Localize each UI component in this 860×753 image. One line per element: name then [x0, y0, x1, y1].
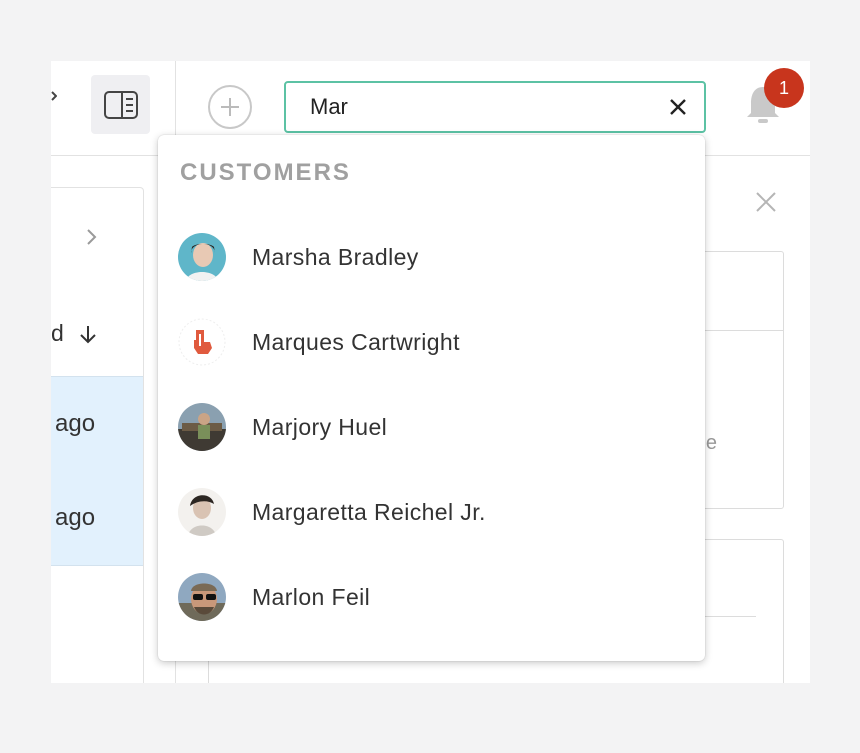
customer-name: Marsha Bradley	[252, 243, 419, 270]
sort-label[interactable]: d	[51, 320, 64, 347]
avatar	[178, 488, 226, 536]
list-item[interactable]: ago	[55, 410, 95, 438]
chevron-right-icon[interactable]	[85, 228, 99, 246]
add-button[interactable]	[208, 85, 252, 129]
list-item[interactable]: ago	[55, 504, 95, 532]
notification-count-badge: 1	[764, 68, 804, 108]
customer-name: Marques Cartwright	[252, 328, 460, 355]
conversation-list: d ago ago	[51, 187, 144, 683]
avatar	[178, 318, 226, 366]
search-input[interactable]	[310, 93, 650, 121]
close-panel-button[interactable]	[755, 191, 777, 213]
arrow-down-icon[interactable]	[79, 324, 97, 349]
customer-name: Marjory Huel	[252, 413, 388, 440]
search-results-dropdown: CUSTOMERS Marsha Bradley Marques Cartwri…	[158, 135, 705, 661]
customer-name: Margaretta Reichel Jr.	[252, 498, 486, 525]
collapse-arrow-icon[interactable]	[51, 89, 58, 107]
sidebar-panel-icon	[103, 90, 138, 119]
clear-search-button[interactable]	[666, 95, 690, 119]
close-icon	[670, 99, 686, 115]
avatar	[178, 573, 226, 621]
search-box	[284, 81, 706, 133]
search-result-item[interactable]: Marlon Feil	[158, 562, 705, 632]
avatar	[178, 403, 226, 451]
section-title-customers: CUSTOMERS	[180, 159, 351, 186]
details-text: e	[705, 432, 717, 454]
search-result-item[interactable]: Marjory Huel	[158, 392, 705, 462]
customer-name: Marlon Feil	[252, 583, 371, 610]
search-result-item[interactable]: Margaretta Reichel Jr.	[158, 477, 705, 547]
toggle-sidebar-button[interactable]	[91, 75, 150, 134]
search-result-item[interactable]: Marques Cartwright	[158, 307, 705, 377]
app-window: 1 d ago ago e CUSTOMERS	[51, 61, 810, 683]
search-result-item[interactable]: Marsha Bradley	[158, 222, 705, 292]
plus-icon	[221, 98, 239, 116]
close-icon	[756, 192, 776, 212]
avatar	[178, 233, 226, 281]
selected-rows: ago ago	[51, 376, 143, 566]
